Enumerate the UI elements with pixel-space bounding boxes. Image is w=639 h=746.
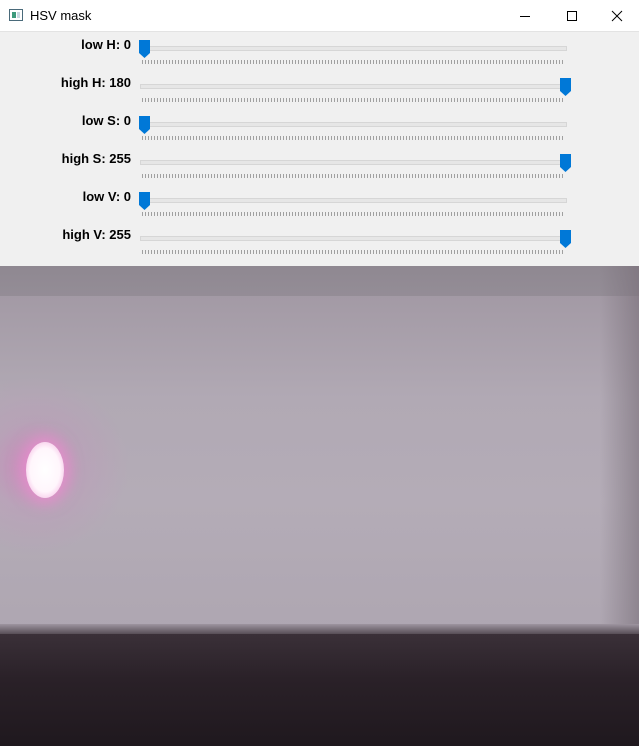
trackbar-label: low S: 0 <box>81 113 131 128</box>
slider-ticks <box>142 250 563 254</box>
trackbar-low-h: low H: 0 <box>0 34 639 72</box>
camera-board-shadow <box>600 266 639 636</box>
slider-ticks <box>142 212 563 216</box>
maximize-button[interactable] <box>549 0 595 31</box>
camera-dark-floor <box>0 634 639 746</box>
light-glow <box>0 376 130 556</box>
slider-thumb-icon[interactable] <box>560 230 571 248</box>
bright-light-spot <box>26 442 64 498</box>
slider-ticks <box>142 136 563 140</box>
slider-thumb-icon[interactable] <box>139 40 150 58</box>
slider-track[interactable] <box>140 160 567 165</box>
slider-thumb-icon[interactable] <box>139 192 150 210</box>
slider-thumb-icon[interactable] <box>139 116 150 134</box>
hsv-mask-window: HSV mask low H: 0 high H: 180 low S: 0 h… <box>0 0 639 746</box>
trackbar-label: low V: 0 <box>82 189 131 204</box>
trackbar-label: high S: 255 <box>61 151 131 166</box>
trackbar-label: low H: 0 <box>81 37 131 52</box>
trackbar-high-h: high H: 180 <box>0 72 639 110</box>
slider-track[interactable] <box>140 198 567 203</box>
minimize-icon <box>520 15 530 17</box>
slider-track[interactable] <box>140 236 567 241</box>
trackbar-label: high H: 180 <box>60 75 131 90</box>
trackbar-low-s: low S: 0 <box>0 110 639 148</box>
title-bar[interactable]: HSV mask <box>0 0 639 32</box>
close-icon <box>611 10 623 21</box>
close-button[interactable] <box>594 0 639 31</box>
slider-thumb-icon[interactable] <box>560 154 571 172</box>
slider-thumb-icon[interactable] <box>560 78 571 96</box>
trackbar-high-s: high S: 255 <box>0 148 639 186</box>
maximize-icon <box>567 10 577 21</box>
app-window-icon <box>9 9 23 21</box>
trackbar-panel: low H: 0 high H: 180 low S: 0 high S: 25… <box>0 32 639 266</box>
slider-track[interactable] <box>140 46 567 51</box>
camera-image <box>0 266 639 746</box>
slider-ticks <box>142 174 563 178</box>
slider-track[interactable] <box>140 122 567 127</box>
minimize-button[interactable] <box>502 0 548 31</box>
trackbar-low-v: low V: 0 <box>0 186 639 224</box>
slider-track[interactable] <box>140 84 567 89</box>
window-title: HSV mask <box>30 8 92 23</box>
slider-ticks <box>142 98 563 102</box>
slider-ticks <box>142 60 563 64</box>
trackbar-label: high V: 255 <box>62 227 131 242</box>
trackbar-high-v: high V: 255 <box>0 224 639 262</box>
